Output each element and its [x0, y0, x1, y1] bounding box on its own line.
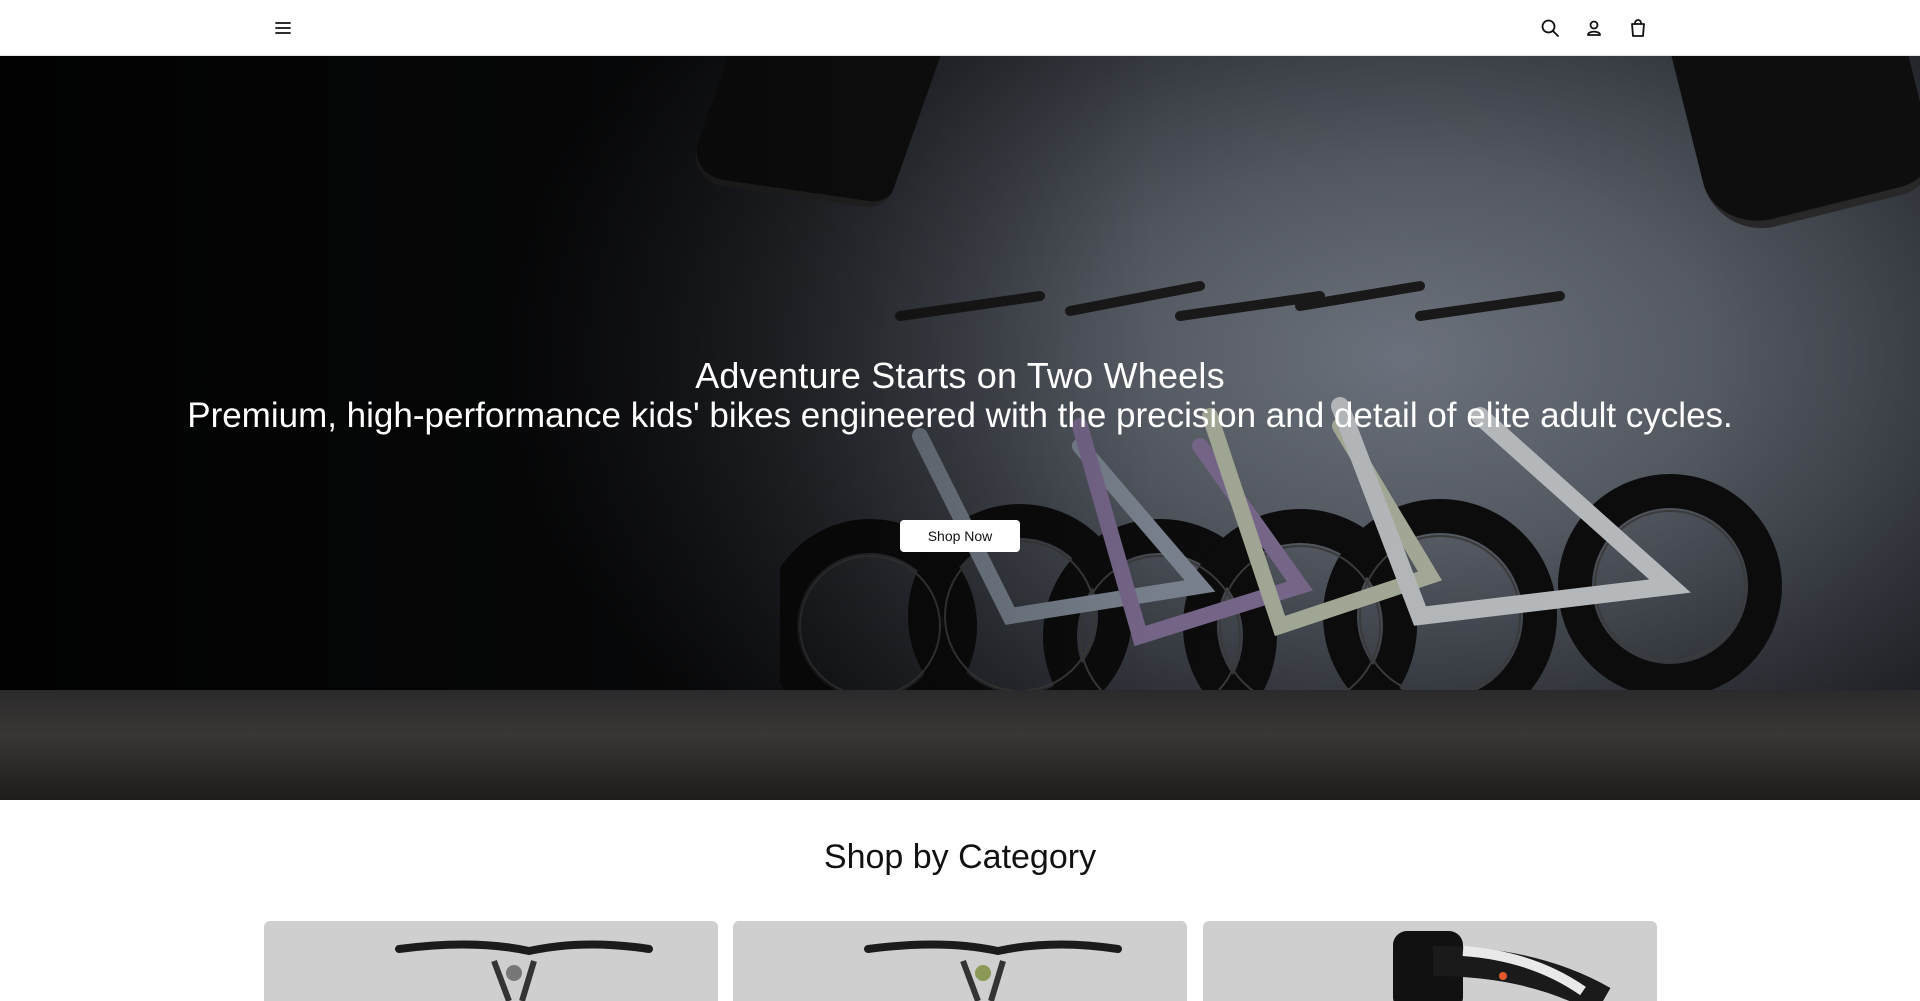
hero-banner: Adventure Starts on Two Wheels Premium, …: [0, 56, 1920, 800]
category-card[interactable]: [264, 921, 718, 1001]
category-image: [864, 940, 1122, 1001]
search-icon: [1541, 19, 1559, 37]
hero-copy: Adventure Starts on Two Wheels Premium, …: [0, 356, 1920, 436]
shop-now-button[interactable]: Shop Now: [900, 520, 1020, 552]
category-image: [395, 940, 653, 1001]
menu-button[interactable]: [268, 13, 298, 43]
cart-button[interactable]: [1623, 13, 1653, 43]
search-button[interactable]: [1535, 13, 1565, 43]
category-image: [1393, 931, 1611, 1001]
account-icon: [1587, 20, 1601, 36]
account-button[interactable]: [1579, 13, 1609, 43]
category-card[interactable]: [733, 921, 1187, 1001]
hero-floor: [0, 690, 1920, 800]
section-title: Shop by Category: [823, 838, 1097, 876]
hero-subtitle: Premium, high-performance kids' bikes en…: [187, 396, 1733, 435]
hero-title: Adventure Starts on Two Wheels: [695, 355, 1225, 396]
cart-icon: [1631, 19, 1645, 37]
menu-icon: [275, 22, 291, 34]
category-card[interactable]: [1203, 921, 1657, 1001]
site-header: [0, 0, 1920, 56]
